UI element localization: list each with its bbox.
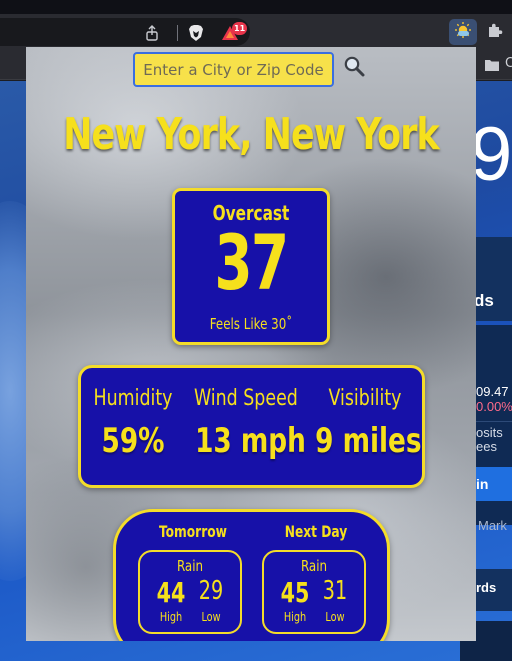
background-text: Mark — [478, 518, 507, 533]
forecast-low-label: Low — [325, 610, 345, 624]
address-bar-divider — [177, 25, 178, 41]
wind-speed-value: 13 mph — [195, 421, 306, 461]
forecast-day-label: Tomorrow — [159, 522, 227, 541]
forecast-low-temp: 29 — [198, 576, 224, 606]
humidity-label: Humidity — [93, 386, 173, 411]
forecast-condition: Rain — [300, 557, 328, 575]
background-text: rds — [476, 580, 497, 595]
background-large-number: 9 — [470, 112, 512, 197]
weather-popup: New York, New York Overcast 37 Feels Lik… — [26, 47, 476, 641]
background-text: 09.47 — [476, 384, 509, 399]
city-search-input[interactable] — [133, 52, 334, 87]
background-text: ees — [476, 439, 497, 454]
rewards-badge: 11 — [232, 22, 248, 35]
visibility-label: Visibility — [328, 386, 402, 411]
background-text: osits — [476, 425, 503, 440]
forecast-low-label: Low — [201, 610, 221, 624]
puzzle-icon — [487, 22, 503, 42]
brave-shields-icon[interactable] — [187, 24, 205, 42]
search-button[interactable] — [342, 56, 366, 80]
sun-cloud-icon — [454, 21, 472, 43]
background-text: 0.00% — [476, 399, 512, 414]
forecast-high-temp: 44 — [156, 576, 186, 609]
background-button-label: in — [476, 476, 489, 492]
humidity-stat: Humidity 59% — [75, 386, 191, 461]
extensions-button[interactable] — [483, 20, 507, 44]
humidity-value: 59% — [101, 421, 165, 461]
folder-icon[interactable] — [484, 57, 500, 71]
background-text: ds — [474, 291, 494, 310]
forecast-low-temp: 31 — [322, 576, 348, 606]
forecast-high-label: High — [159, 610, 183, 624]
visibility-value: 9 miles — [315, 421, 422, 461]
wind-speed-stat: Wind Speed 13 mph — [187, 386, 306, 461]
current-weather-card: Overcast 37 Feels Like 30˚ — [172, 188, 330, 345]
feels-like: Feels Like 30˚ — [209, 315, 293, 333]
forecast-high-temp: 45 — [280, 576, 310, 609]
wind-speed-label: Wind Speed — [193, 386, 298, 411]
current-temperature: 37 — [214, 218, 290, 307]
weather-stats-card: Humidity 59% Wind Speed 13 mph Visibilit… — [78, 365, 425, 488]
address-bar[interactable] — [0, 18, 250, 46]
window-top-strip — [0, 0, 512, 14]
visibility-stat: Visibility 9 miles — [307, 386, 423, 461]
share-icon[interactable] — [143, 24, 161, 42]
bookmark-folder-label[interactable]: C — [505, 56, 512, 71]
weather-extension-button[interactable] — [449, 19, 477, 45]
forecast-day-box: Rain 44 29 High Low — [138, 550, 242, 634]
magnifier-icon — [343, 55, 365, 81]
forecast-day-box: Rain 45 31 High Low — [262, 550, 366, 634]
forecast-condition: Rain — [176, 557, 204, 575]
forecast-high-label: High — [283, 610, 307, 624]
location-title: New York, New York — [63, 109, 439, 160]
forecast-day-label: Next Day — [284, 522, 348, 541]
forecast-card: Tomorrow Next Day Rain 44 29 High Low Ra… — [113, 509, 390, 641]
